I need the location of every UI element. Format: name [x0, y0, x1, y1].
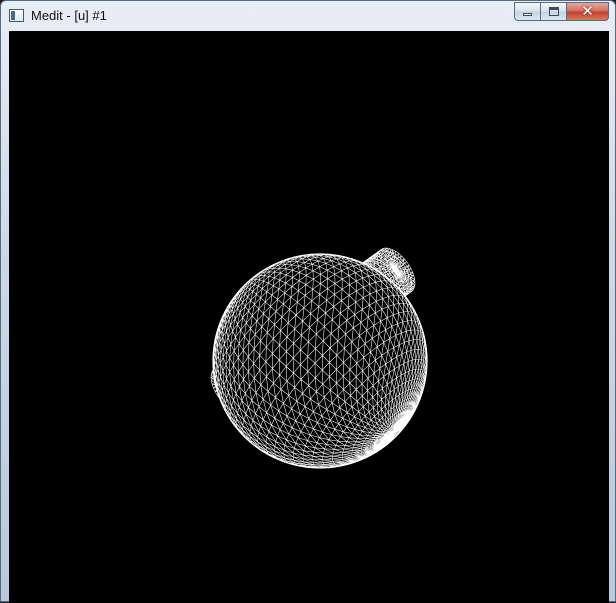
- title-bar[interactable]: Medit - [u] #1 ✕: [1, 1, 615, 31]
- wireframe-scene: [210, 247, 428, 469]
- render-viewport[interactable]: [9, 31, 609, 603]
- close-button[interactable]: ✕: [566, 2, 609, 21]
- close-icon: ✕: [581, 2, 594, 20]
- app-window-icon[interactable]: [9, 9, 24, 22]
- caption-buttons: ✕: [514, 2, 609, 23]
- maximize-icon: [549, 7, 559, 16]
- medit-window: Medit - [u] #1 ✕: [0, 0, 616, 603]
- window-title: Medit - [u] #1: [31, 8, 107, 23]
- maximize-button[interactable]: [540, 2, 566, 21]
- minimize-icon: [523, 13, 532, 16]
- minimize-button[interactable]: [514, 2, 540, 21]
